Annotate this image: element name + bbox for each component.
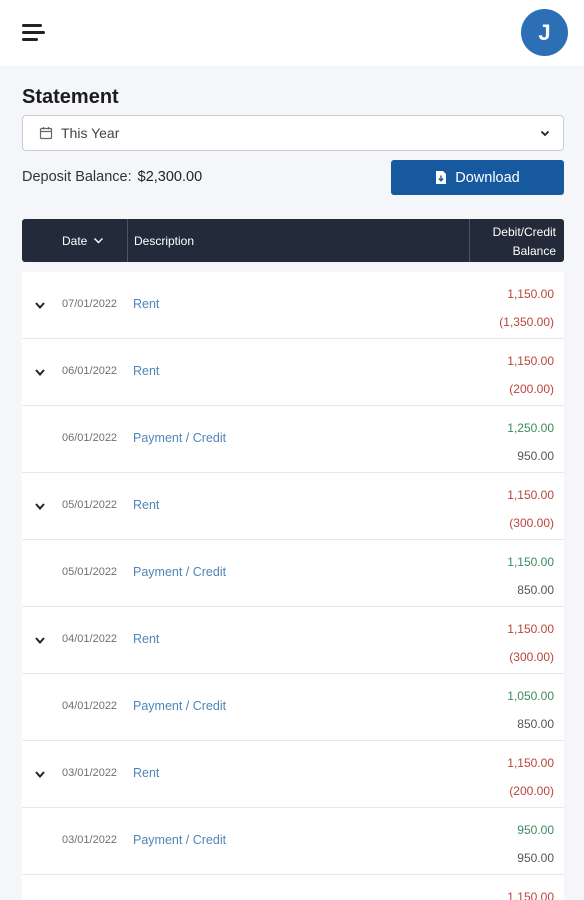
- row-date: 04/01/2022: [62, 700, 118, 712]
- row-balance: 950.00: [517, 449, 554, 463]
- table-row: 03/01/2022 Payment / Credit 950.00 950.00: [22, 808, 564, 875]
- avatar[interactable]: J: [521, 9, 568, 56]
- row-amount: 1,050.00: [507, 689, 554, 703]
- row-description[interactable]: Rent: [133, 632, 159, 646]
- row-balance: (1,350.00): [499, 315, 554, 329]
- expand-chevron-icon[interactable]: [34, 500, 46, 512]
- expand-chevron-icon[interactable]: [34, 299, 46, 311]
- row-description[interactable]: Payment / Credit: [133, 833, 226, 847]
- table-row[interactable]: 07/01/2022 Rent 1,150.00 (1,350.00): [22, 272, 564, 339]
- date-column-header[interactable]: Date: [62, 219, 104, 262]
- row-amount: 1,150.00: [507, 622, 554, 636]
- row-description[interactable]: Rent: [133, 364, 159, 378]
- expand-chevron-icon[interactable]: [34, 634, 46, 646]
- date-column-label: Date: [62, 233, 88, 248]
- avatar-initial: J: [538, 19, 551, 45]
- row-amount: 1,150.00: [507, 488, 554, 502]
- table-header: Date Description Debit/Credit Balance: [22, 219, 564, 262]
- row-date: 05/01/2022: [62, 566, 118, 578]
- table-row[interactable]: 04/01/2022 Rent 1,150.00 (300.00): [22, 607, 564, 674]
- period-select-value: This Year: [61, 125, 120, 141]
- download-button-label: Download: [455, 169, 520, 186]
- column-divider: [469, 219, 470, 262]
- deposit-balance-value: $2,300.00: [137, 169, 203, 185]
- row-amount: 1,150.00: [507, 287, 554, 301]
- file-download-icon: [436, 171, 447, 184]
- table-row[interactable]: 06/01/2022 Rent 1,150.00 (200.00): [22, 339, 564, 406]
- row-date: 06/01/2022: [62, 432, 118, 444]
- hamburger-icon[interactable]: [22, 22, 46, 42]
- row-amount: 1,150.00: [507, 555, 554, 569]
- download-button[interactable]: Download: [391, 160, 564, 195]
- row-date: 03/01/2022: [62, 834, 118, 846]
- amount-column-header: Debit/Credit Balance: [493, 223, 556, 261]
- row-balance: 950.00: [517, 851, 554, 865]
- expand-chevron-icon[interactable]: [34, 366, 46, 378]
- row-description[interactable]: Rent: [133, 498, 159, 512]
- row-date: 03/01/2022: [62, 767, 118, 779]
- period-select[interactable]: This Year: [22, 115, 564, 151]
- table-row[interactable]: 05/01/2022 Rent 1,150.00 (300.00): [22, 473, 564, 540]
- row-date: 06/01/2022: [62, 365, 118, 377]
- table-row: 06/01/2022 Payment / Credit 1,250.00 950.00: [22, 406, 564, 473]
- row-description[interactable]: Payment / Credit: [133, 431, 226, 445]
- row-description[interactable]: Rent: [133, 297, 159, 311]
- row-description[interactable]: Rent: [133, 766, 159, 780]
- row-balance: 850.00: [517, 717, 554, 731]
- row-amount: 1,150.00: [507, 756, 554, 770]
- row-balance: (300.00): [509, 516, 554, 530]
- row-amount: 1,150.00: [507, 890, 554, 900]
- calendar-icon: [39, 127, 53, 140]
- row-amount: 1,250.00: [507, 421, 554, 435]
- table-row: 05/01/2022 Payment / Credit 1,150.00 850.00: [22, 540, 564, 607]
- row-amount: 950.00: [517, 823, 554, 837]
- row-description[interactable]: Payment / Credit: [133, 565, 226, 579]
- amount-column-label: Debit/Credit: [492, 225, 556, 239]
- chevron-down-icon: [540, 130, 550, 137]
- top-bar: J: [0, 0, 584, 66]
- table-row[interactable]: 03/01/2022 Rent 1,150.00 (200.00): [22, 741, 564, 808]
- row-balance: 850.00: [517, 583, 554, 597]
- row-date: 05/01/2022: [62, 499, 118, 511]
- balance-column-label: Balance: [512, 244, 556, 258]
- deposit-balance-label: Deposit Balance:: [22, 169, 132, 185]
- row-balance: (200.00): [509, 382, 554, 396]
- expand-chevron-icon[interactable]: [34, 768, 46, 780]
- row-amount: 1,150.00: [507, 354, 554, 368]
- page-title: Statement: [22, 86, 119, 108]
- row-balance: (300.00): [509, 650, 554, 664]
- transactions-table: 07/01/2022 Rent 1,150.00 (1,350.00) 06/01/20…: [22, 272, 564, 900]
- description-column-header: Description: [134, 219, 194, 262]
- row-date: 07/01/2022: [62, 298, 118, 310]
- deposit-balance: Deposit Balance: $2,300.00: [22, 169, 202, 185]
- description-column-label: Description: [134, 233, 195, 248]
- sort-chevron-icon: [94, 238, 104, 244]
- table-row: 1,150.00: [22, 875, 564, 900]
- row-balance: (200.00): [509, 784, 554, 798]
- row-date: 04/01/2022: [62, 633, 118, 645]
- column-divider: [127, 219, 128, 262]
- table-row: 04/01/2022 Payment / Credit 1,050.00 850.00: [22, 674, 564, 741]
- row-description[interactable]: Payment / Credit: [133, 699, 226, 713]
